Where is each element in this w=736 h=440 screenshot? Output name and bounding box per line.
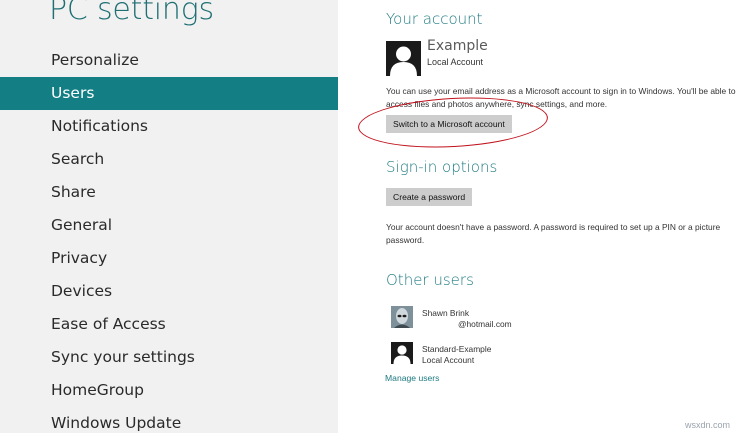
user-name: Standard-Example bbox=[422, 344, 492, 354]
manage-users-link[interactable]: Manage users bbox=[385, 373, 439, 383]
nav-item-privacy[interactable]: Privacy bbox=[0, 242, 338, 275]
page-title: PC settings bbox=[49, 0, 214, 27]
nav-item-ease-of-access[interactable]: Ease of Access bbox=[0, 308, 338, 341]
user-name: Shawn Brink bbox=[422, 308, 470, 318]
other-users-heading: Other users bbox=[386, 271, 474, 289]
left-pane: PC settings Personalize Users Notificati… bbox=[0, 0, 338, 433]
nav-item-share[interactable]: Share bbox=[0, 176, 338, 209]
nav-item-windows-update[interactable]: Windows Update bbox=[0, 407, 338, 440]
alien-avatar bbox=[391, 306, 413, 328]
user-email: @hotmail.com bbox=[458, 319, 512, 329]
nav-item-search[interactable]: Search bbox=[0, 143, 338, 176]
nav-item-users[interactable]: Users bbox=[0, 77, 338, 110]
nav-item-devices[interactable]: Devices bbox=[0, 275, 338, 308]
person-silhouette-icon bbox=[391, 342, 413, 364]
watermark: wsxdn.com bbox=[684, 420, 730, 430]
signin-options-heading: Sign-in options bbox=[386, 158, 498, 176]
account-name: Example bbox=[427, 38, 488, 54]
nav-item-notifications[interactable]: Notifications bbox=[0, 110, 338, 143]
your-account-heading: Your account bbox=[386, 10, 483, 28]
nav-item-general[interactable]: General bbox=[0, 209, 338, 242]
nav-item-personalize[interactable]: Personalize bbox=[0, 44, 338, 77]
create-password-button[interactable]: Create a password bbox=[386, 188, 473, 206]
settings-nav: Personalize Users Notifications Search S… bbox=[0, 44, 338, 440]
user-account-type: Local Account bbox=[422, 355, 475, 365]
content-pane: Your account Example Local Account You c… bbox=[338, 0, 736, 433]
account-type: Local Account bbox=[427, 57, 484, 67]
account-description: You can use your email address as a Micr… bbox=[386, 86, 736, 109]
person-silhouette-icon bbox=[386, 41, 421, 76]
password-description: Your account doesn't have a password. A … bbox=[386, 222, 721, 245]
nav-item-sync-settings[interactable]: Sync your settings bbox=[0, 341, 338, 374]
nav-item-homegroup[interactable]: HomeGroup bbox=[0, 374, 338, 407]
switch-to-microsoft-account-button[interactable]: Switch to a Microsoft account bbox=[386, 115, 512, 133]
